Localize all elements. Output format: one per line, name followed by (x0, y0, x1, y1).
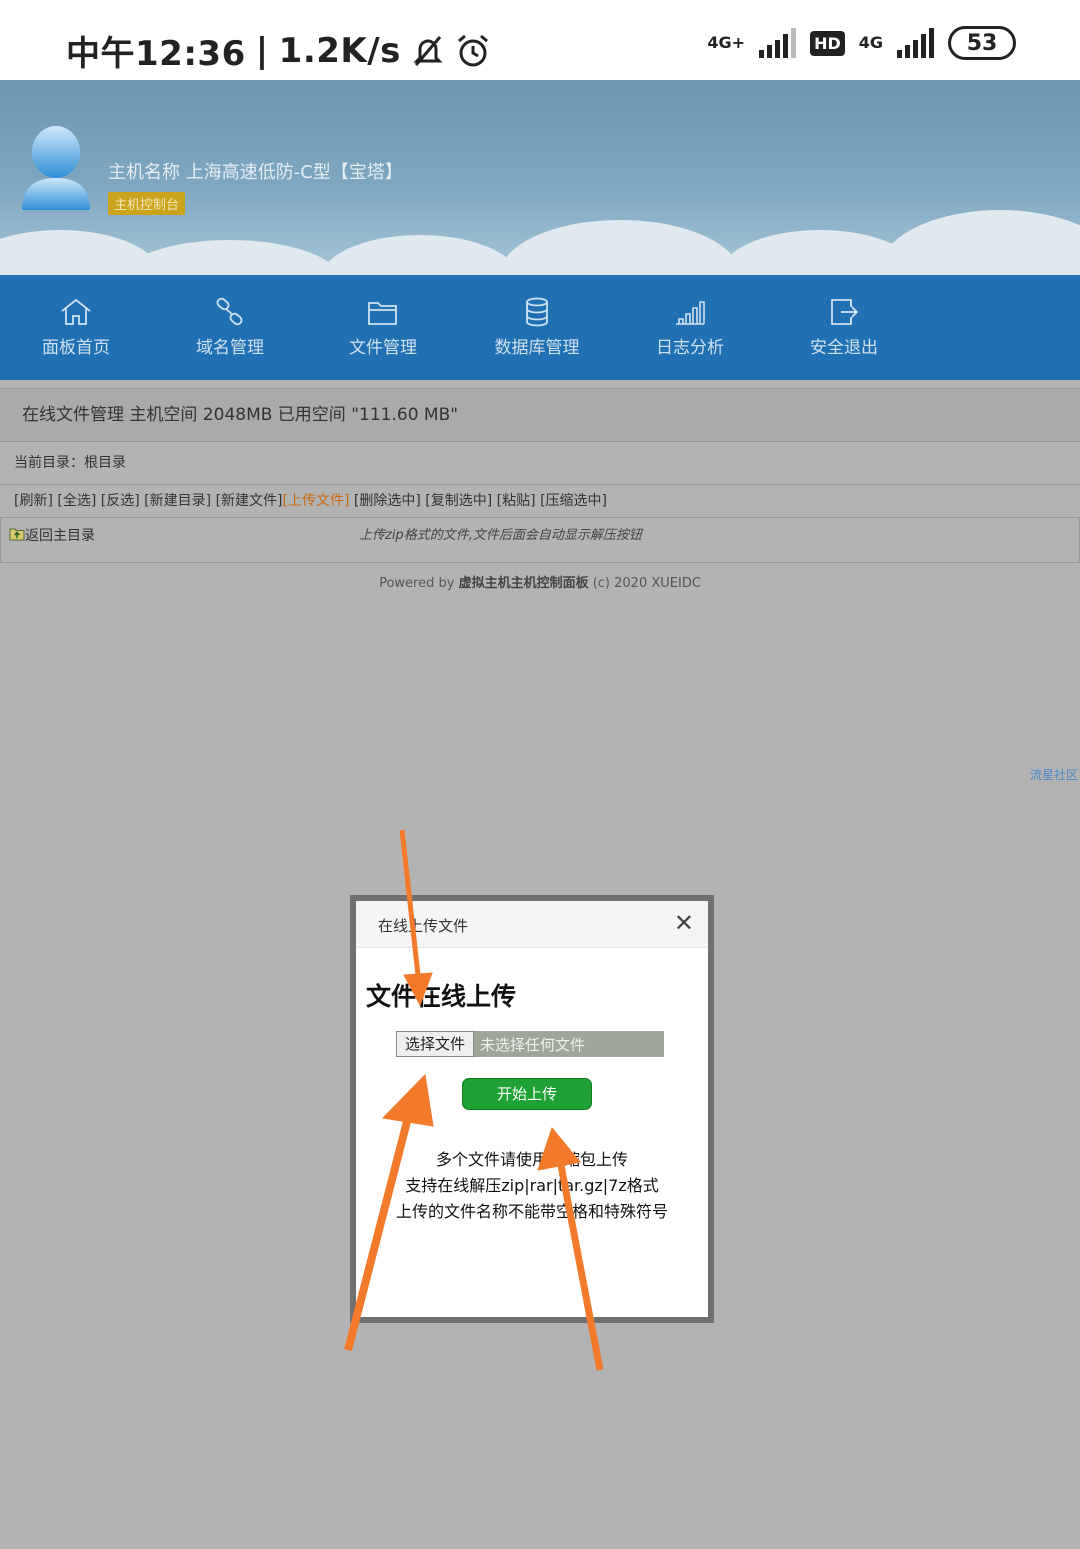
cloud-decoration (120, 240, 340, 275)
nav-label: 文件管理 (349, 338, 417, 358)
dialog-title: 在线上传文件 (378, 917, 469, 935)
link-icon (216, 297, 243, 326)
file-input[interactable]: 选择文件 未选择任何文件 (396, 1031, 664, 1057)
host-name: 主机名称 上海高速低防-C型【宝塔】 (108, 162, 403, 183)
invert-select-button[interactable]: [反选] (101, 493, 140, 509)
upload-notes: 多个文件请使用压缩包上传 支持在线解压zip|rar|tar.gz|7z格式 上… (356, 1147, 708, 1225)
community-link[interactable]: 流星社区 (1030, 766, 1078, 783)
file-manager: 在线文件管理 主机空间 2048MB 已用空间 "111.60 MB" 当前目录… (0, 388, 1080, 563)
status-bar: 中午12:36 | 1.2K/s 4G+ HD 4G 53 (0, 0, 1080, 80)
nav-label: 面板首页 (42, 338, 110, 358)
page-title: 在线文件管理 主机空间 2048MB 已用空间 "111.60 MB" (0, 388, 1080, 442)
database-icon (526, 297, 548, 327)
new-file-button[interactable]: [新建文件] (216, 493, 283, 509)
refresh-button[interactable]: [刷新] (14, 493, 53, 509)
nav-item-logout[interactable]: 安全退出 (779, 297, 909, 358)
note-line: 支持在线解压zip|rar|tar.gz|7z格式 (405, 1176, 659, 1195)
nav-label: 数据库管理 (494, 338, 580, 358)
battery-icon: 53 (948, 26, 1016, 60)
no-file-text: 未选择任何文件 (480, 1035, 586, 1054)
upload-hint: 上传zip格式的文件,文件后面会自动显示解压按钮 (359, 528, 642, 543)
back-row: 返回主目录 上传zip格式的文件,文件后面会自动显示解压按钮 (0, 518, 1080, 563)
nav-item-logs[interactable]: 日志分析 (625, 297, 755, 358)
footer: Powered by 虚拟主机主机控制面板 (c) 2020 XUEIDC (0, 572, 1080, 591)
network-label-2: 4G (858, 33, 883, 52)
status-speed: 1.2K/s (278, 30, 401, 71)
avatar (22, 126, 90, 210)
note-line: 多个文件请使用压缩包上传 (435, 1150, 628, 1169)
home-icon (61, 298, 91, 325)
signal-icon-2 (897, 28, 934, 58)
bar-chart-icon (676, 301, 705, 325)
dialog-heading: 文件在线上传 (366, 982, 517, 1011)
dialog-header: 在线上传文件 ✕ (356, 901, 708, 948)
footer-brand[interactable]: 虚拟主机主机控制面板 (459, 576, 589, 591)
current-dir: 当前目录：根目录 (0, 442, 1080, 485)
footer-suffix: (c) 2020 XUEIDC (588, 576, 701, 591)
note-line: 上传的文件名称不能带空格和特殊符号 (395, 1202, 668, 1221)
signal-icon (759, 28, 797, 58)
console-badge[interactable]: 主机控制台 (108, 192, 186, 215)
footer-prefix: Powered by (379, 576, 459, 591)
compress-selected-button[interactable]: [压缩选中] (540, 493, 607, 509)
main-nav: 面板首页 域名管理 文件管理 数据库管理 日志分析 安全退出 (0, 275, 1080, 380)
status-left: 中午12:36 | 1.2K/s (66, 26, 491, 75)
status-time: 中午12:36 (66, 34, 246, 74)
nav-label: 域名管理 (196, 338, 264, 358)
paste-button[interactable]: [粘贴] (497, 493, 536, 509)
copy-selected-button[interactable]: [复制选中] (425, 493, 492, 509)
nav-item-home[interactable]: 面板首页 (11, 297, 141, 358)
battery-level: 53 (966, 30, 998, 56)
close-icon[interactable]: ✕ (674, 911, 694, 935)
new-folder-button[interactable]: [新建目录] (144, 493, 211, 509)
cloud-decoration (500, 220, 740, 275)
nav-item-database[interactable]: 数据库管理 (472, 297, 602, 358)
status-right: 4G+ HD 4G 53 (707, 26, 1016, 60)
upload-dialog: 在线上传文件 ✕ 文件在线上传 选择文件 未选择任何文件 开始上传 多个文件请使… (350, 895, 714, 1323)
upload-file-button[interactable]: [上传文件] (283, 493, 350, 509)
nav-item-domain[interactable]: 域名管理 (165, 297, 295, 358)
header: 主机名称 上海高速低防-C型【宝塔】 主机控制台 (0, 80, 1080, 275)
back-to-root-link[interactable]: 返回主目录 (25, 528, 95, 544)
cloud-decoration (320, 235, 520, 275)
network-label-1: 4G+ (707, 33, 746, 52)
folder-up-icon (9, 528, 25, 541)
nav-item-files[interactable]: 文件管理 (318, 297, 448, 358)
mute-bell-icon (413, 35, 443, 66)
folder-icon (368, 302, 397, 325)
nav-label: 安全退出 (810, 338, 878, 358)
delete-selected-button[interactable]: [删除选中] (354, 493, 421, 509)
alarm-icon (457, 34, 488, 66)
logout-icon (831, 299, 859, 325)
toolbar: [刷新] [全选] [反选] [新建目录] [新建文件][上传文件] [删除选中… (0, 485, 1080, 518)
start-upload-button[interactable]: 开始上传 (462, 1078, 592, 1110)
nav-label: 日志分析 (656, 338, 724, 358)
choose-file-button[interactable]: 选择文件 (396, 1031, 475, 1057)
hd-badge: HD (810, 30, 845, 56)
cloud-decoration (880, 210, 1080, 275)
status-separator: | (255, 30, 269, 71)
select-all-button[interactable]: [全选] (57, 493, 96, 509)
